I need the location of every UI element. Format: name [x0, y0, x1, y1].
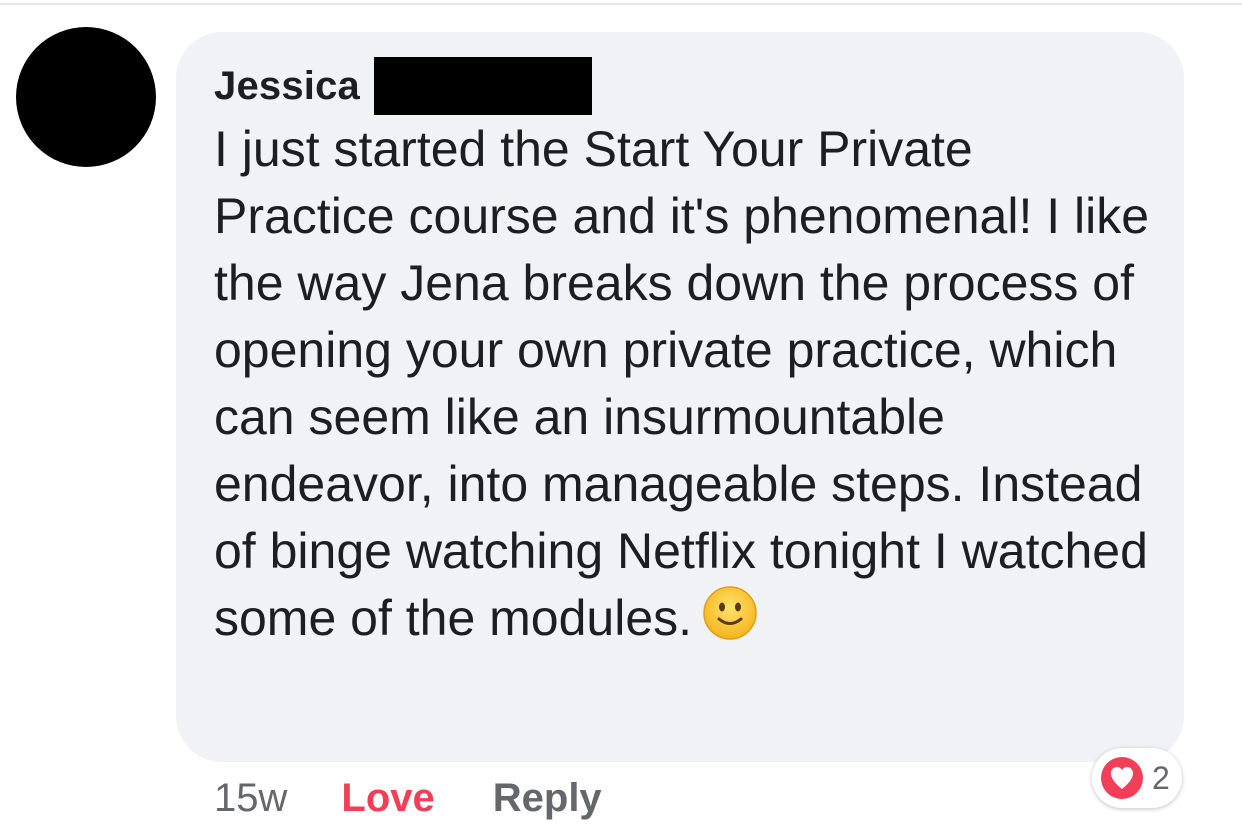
redacted-last-name [374, 57, 592, 115]
comment-actions: 15w Love Reply [214, 770, 602, 826]
comment-body: I just started the Start Your Private Pr… [214, 116, 1154, 652]
love-button[interactable]: Love [341, 776, 434, 821]
author-row: Jessica [214, 54, 592, 118]
top-divider [0, 3, 1242, 5]
comment-bubble: Jessica I just started the Start Your Pr… [176, 32, 1184, 762]
author-name[interactable]: Jessica [214, 64, 360, 109]
reaction-summary[interactable]: 2 [1092, 748, 1182, 808]
timestamp[interactable]: 15w [214, 776, 287, 821]
avatar[interactable] [16, 27, 156, 167]
reaction-count: 2 [1152, 759, 1170, 796]
reply-button[interactable]: Reply [493, 776, 602, 821]
comment-text: I just started the Start Your Private Pr… [214, 121, 1150, 646]
slightly-smiling-face-icon [703, 586, 757, 640]
heart-icon [1101, 757, 1143, 799]
